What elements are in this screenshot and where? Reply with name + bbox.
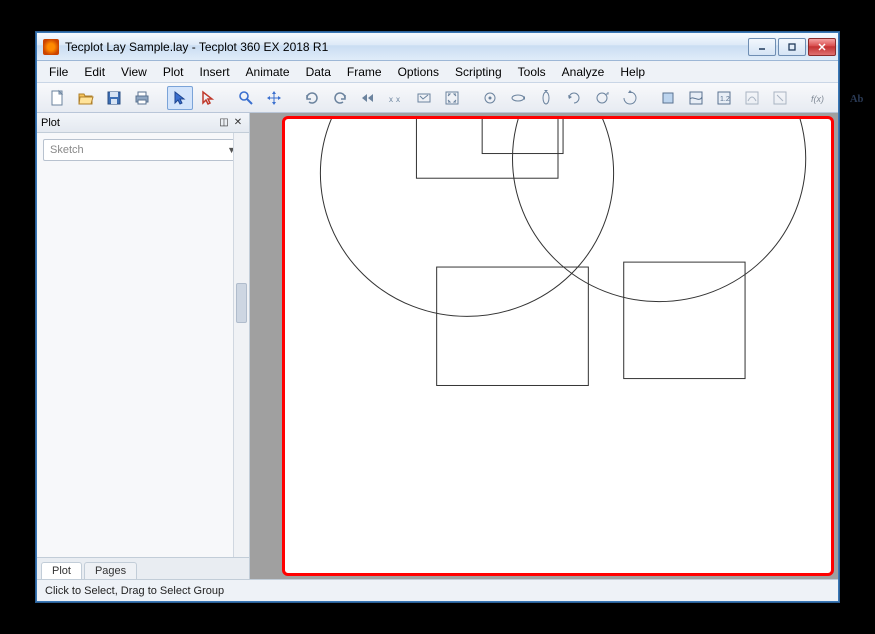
titlebar: Tecplot Lay Sample.lay - Tecplot 360 EX … <box>37 33 838 61</box>
scrollbar-thumb[interactable] <box>236 283 247 323</box>
sketch-svg <box>285 119 831 573</box>
close-panel-icon[interactable]: ✕ <box>231 116 245 130</box>
menu-options[interactable]: Options <box>390 61 447 82</box>
probe-button[interactable] <box>767 86 793 110</box>
svg-text:x: x <box>396 95 400 104</box>
contour-button[interactable] <box>739 86 765 110</box>
svg-text:x: x <box>389 95 393 104</box>
maximize-button[interactable] <box>778 38 806 56</box>
app-window: Tecplot Lay Sample.lay - Tecplot 360 EX … <box>36 32 839 602</box>
select-tool-button[interactable] <box>167 86 193 110</box>
adjust-tool-button[interactable] <box>195 86 221 110</box>
axis-fit-button[interactable]: xx <box>383 86 409 110</box>
fx-button[interactable]: f(x) <box>805 86 831 110</box>
redraw-button[interactable] <box>299 86 325 110</box>
streamtrace-button[interactable]: 1.2 <box>711 86 737 110</box>
menu-tools[interactable]: Tools <box>510 61 554 82</box>
canvas-area[interactable] <box>250 113 838 579</box>
zoom-button[interactable] <box>233 86 259 110</box>
rotate-y-button[interactable] <box>533 86 559 110</box>
menu-edit[interactable]: Edit <box>76 61 113 82</box>
rotate-z-button[interactable] <box>561 86 587 110</box>
undock-icon[interactable]: ◫ <box>217 116 231 130</box>
close-button[interactable] <box>808 38 836 56</box>
rotate-roll-button[interactable] <box>589 86 615 110</box>
menu-view[interactable]: View <box>113 61 155 82</box>
rotate-center-button[interactable] <box>477 86 503 110</box>
save-layout-button[interactable] <box>101 86 127 110</box>
print-button[interactable] <box>129 86 155 110</box>
menu-analyze[interactable]: Analyze <box>554 61 613 82</box>
sketch-rect-bottom-right[interactable] <box>624 262 745 378</box>
sketch-frame[interactable] <box>282 116 834 576</box>
svg-text:1.2: 1.2 <box>720 96 730 103</box>
tab-pages[interactable]: Pages <box>84 562 137 579</box>
fit-frame-button[interactable] <box>439 86 465 110</box>
sketch-rect-bottom-left[interactable] <box>437 267 589 385</box>
panel-body: Sketch ▼ <box>37 133 249 557</box>
svg-text:Ab: Ab <box>850 94 864 105</box>
new-layout-button[interactable] <box>45 86 71 110</box>
panel-header: Plot ◫ ✕ <box>37 113 249 133</box>
sketch-rect-top-small[interactable] <box>482 119 563 154</box>
menu-insert[interactable]: Insert <box>192 61 238 82</box>
rotate-spin-button[interactable] <box>617 86 643 110</box>
panel-scrollbar[interactable] <box>233 133 249 557</box>
app-icon <box>43 39 59 55</box>
reset-view-button[interactable] <box>327 86 353 110</box>
toolbar: xx 1.2 f(x) Ab <box>37 83 838 113</box>
client-area: Plot ◫ ✕ Sketch ▼ Plot Pages <box>37 113 838 579</box>
status-text: Click to Select, Drag to Select Group <box>45 585 224 597</box>
menu-frame[interactable]: Frame <box>339 61 390 82</box>
sketch-rect-top-large[interactable] <box>416 119 558 178</box>
last-view-button[interactable] <box>355 86 381 110</box>
menu-file[interactable]: File <box>41 61 76 82</box>
statusbar: Click to Select, Drag to Select Group <box>37 579 838 601</box>
rotate-x-button[interactable] <box>505 86 531 110</box>
menu-plot[interactable]: Plot <box>155 61 192 82</box>
menu-data[interactable]: Data <box>298 61 339 82</box>
translate-button[interactable] <box>261 86 287 110</box>
sidebar: Plot ◫ ✕ Sketch ▼ Plot Pages <box>37 113 250 579</box>
menu-help[interactable]: Help <box>612 61 653 82</box>
sketch-circle-right[interactable] <box>513 119 806 302</box>
open-layout-button[interactable] <box>73 86 99 110</box>
window-controls <box>748 38 836 56</box>
tab-plot[interactable]: Plot <box>41 562 82 579</box>
iso-surface-button[interactable] <box>683 86 709 110</box>
panel-title: Plot <box>41 117 60 129</box>
text-tool-button[interactable]: Ab <box>843 86 873 110</box>
menu-scripting[interactable]: Scripting <box>447 61 510 82</box>
panel-tabs: Plot Pages <box>37 557 249 579</box>
sketch-circle-left[interactable] <box>320 119 613 316</box>
minimize-button[interactable] <box>748 38 776 56</box>
plot-type-value: Sketch <box>50 144 84 156</box>
slice-button[interactable] <box>655 86 681 110</box>
menu-animate[interactable]: Animate <box>238 61 298 82</box>
svg-text:f(x): f(x) <box>811 94 824 104</box>
plot-type-combo[interactable]: Sketch ▼ <box>43 139 243 161</box>
menubar: File Edit View Plot Insert Animate Data … <box>37 61 838 83</box>
window-title: Tecplot Lay Sample.lay - Tecplot 360 EX … <box>65 40 748 54</box>
fit-data-button[interactable] <box>411 86 437 110</box>
